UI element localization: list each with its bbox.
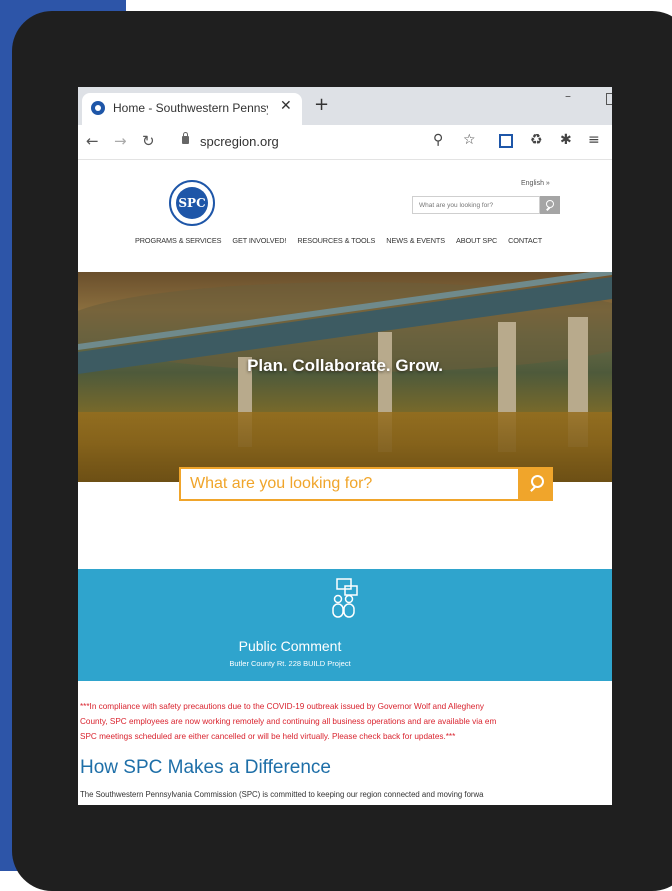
header-search-input[interactable]: [413, 197, 539, 213]
public-comment-banner[interactable]: Public Comment Butler County Rt. 228 BUI…: [78, 569, 612, 681]
forward-arrow-icon[interactable]: →: [114, 133, 127, 149]
nav-resources-tools[interactable]: RESOURCES & TOOLS: [297, 236, 375, 245]
covid-notice: ***In compliance with safety precautions…: [80, 699, 612, 744]
hero-image: Plan. Collaborate. Grow.: [78, 272, 612, 482]
notice-line: ***In compliance with safety precautions…: [80, 702, 484, 711]
star-icon[interactable]: ☆: [463, 132, 476, 148]
public-comment-title: Public Comment: [238, 638, 342, 654]
puzzle-icon[interactable]: ✱: [560, 132, 572, 148]
hero-title: Plan. Collaborate. Grow.: [247, 356, 443, 375]
spc-logo-text: SPC: [176, 187, 208, 219]
main-nav: PROGRAMS & SERVICES GET INVOLVED! RESOUR…: [135, 236, 542, 245]
spc-favicon-icon: [91, 101, 105, 115]
tab-title: Home - Southwestern Pennsylvania: [113, 101, 268, 115]
nav-contact[interactable]: CONTACT: [508, 236, 542, 245]
public-comment-subtitle: Butler County Rt. 228 BUILD Project: [229, 659, 351, 668]
reload-icon[interactable]: ↻: [142, 133, 155, 149]
section-title: How SPC Makes a Difference: [80, 757, 331, 778]
language-selector[interactable]: English »: [521, 180, 550, 187]
lock-icon[interactable]: [182, 132, 189, 144]
hero-search-input[interactable]: [181, 469, 516, 499]
section-body: The Southwestern Pennsylvania Commission…: [80, 790, 484, 799]
people-chat-icon: [332, 578, 358, 618]
notice-line: County, SPC employees are now working re…: [80, 717, 497, 726]
new-tab-button[interactable]: +: [314, 96, 329, 114]
back-arrow-icon[interactable]: ←: [86, 133, 99, 149]
hero-search-button[interactable]: [520, 467, 553, 501]
recycle-icon[interactable]: ♻: [530, 132, 543, 148]
nav-news-events[interactable]: NEWS & EVENTS: [386, 236, 445, 245]
nav-get-involved[interactable]: GET INVOLVED!: [232, 236, 286, 245]
address-bar[interactable]: spcregion.org: [200, 134, 279, 149]
reading-list-icon[interactable]: ≡: [588, 132, 600, 148]
browser-tab[interactable]: Home - Southwestern Pennsylvania ✕: [82, 93, 302, 125]
header-search-box: [412, 196, 540, 214]
hero-search-box: [179, 467, 520, 501]
minimize-button[interactable]: –: [565, 89, 571, 103]
spc-logo[interactable]: SPC: [169, 180, 215, 226]
tab-bar: Home - Southwestern Pennsylvania ✕ + –: [78, 87, 612, 125]
language-label: English: [521, 180, 544, 187]
close-tab-icon[interactable]: ✕: [280, 98, 292, 114]
nav-programs-services[interactable]: PROGRAMS & SERVICES: [135, 236, 221, 245]
header-search-button[interactable]: [540, 196, 560, 214]
browser-screen: Home - Southwestern Pennsylvania ✕ + – ←…: [78, 87, 612, 805]
extension-icon[interactable]: [499, 134, 513, 148]
nav-about-spc[interactable]: ABOUT SPC: [456, 236, 497, 245]
browser-toolbar: ← → ↻ spcregion.org ⚲ ☆ ♻ ✱ ≡: [78, 125, 612, 160]
maximize-button[interactable]: [606, 93, 612, 105]
notice-line: SPC meetings scheduled are either cancel…: [80, 732, 456, 741]
zoom-icon[interactable]: ⚲: [433, 132, 443, 148]
